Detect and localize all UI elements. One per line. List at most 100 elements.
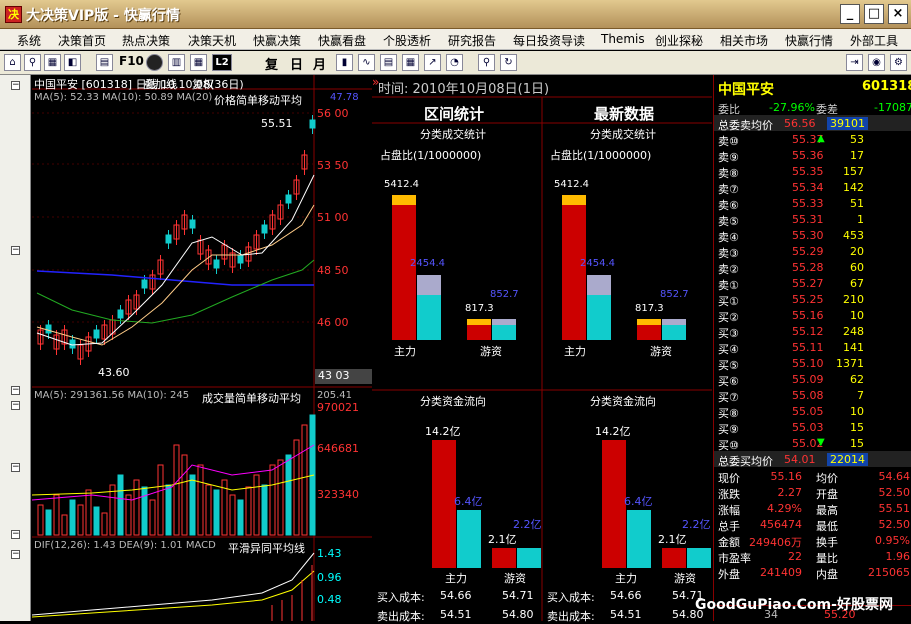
ask-row[interactable]: 卖① 55.27 67 (714, 275, 911, 292)
exit-icon[interactable]: ⇥ (846, 54, 863, 71)
ask-row[interactable]: 卖⑤ 55.31 1 (714, 211, 911, 228)
period-fuquan[interactable]: 复 (265, 54, 278, 73)
menu-item[interactable]: 决策首页 (58, 32, 106, 49)
ask-row[interactable]: 卖⑨ 55.36 17 (714, 147, 911, 164)
l2-button[interactable]: L2 (212, 54, 232, 71)
pie-icon[interactable]: ◔ (446, 54, 463, 71)
collapse-icon[interactable]: − (11, 81, 20, 90)
flow-hot-out (517, 548, 541, 568)
volume-bar (285, 454, 292, 536)
stat-cell: 22 (788, 550, 802, 563)
doc-icon[interactable]: ▤ (96, 54, 113, 71)
overlay-label[interactable]: 叠加线 (144, 76, 177, 92)
refresh-icon[interactable]: ↻ (500, 54, 517, 71)
fund-flow-panel: » 时间: 2010年10月08日(1日) 区间统计 最新数据 分类成交统计 分… (372, 75, 712, 623)
menu-item[interactable]: 创业探秘 (655, 32, 703, 49)
bid-row[interactable]: 买② 55.16 10 (714, 307, 911, 324)
cost-value: 54.66 (440, 589, 472, 602)
menu-item[interactable]: 每日投资导读 (513, 32, 585, 49)
bid-row[interactable]: 买③ 55.12 248 (714, 323, 911, 340)
calc-icon[interactable]: ▥ (168, 54, 185, 71)
menu-item[interactable]: 系统 (17, 32, 41, 49)
range-stats-title[interactable]: 区间统计 (424, 103, 484, 124)
line-icon[interactable]: ∿ (358, 54, 375, 71)
period-day[interactable]: 日 (290, 54, 303, 73)
macd-values: DIF(12,26): 1.43 DEA(9): 1.01 MACD (34, 540, 216, 551)
bar-value: 817.3 (635, 303, 664, 314)
maximize-button[interactable]: □ (864, 4, 884, 24)
collapse-icon[interactable]: − (11, 463, 20, 472)
circle-icon[interactable] (146, 54, 163, 71)
menu-item[interactable]: 快赢决策 (253, 32, 301, 49)
table-icon[interactable]: ▤ (380, 54, 397, 71)
menu-item[interactable]: 快赢行情 (785, 32, 833, 49)
cost-label: 买入成本: (547, 591, 595, 604)
menu-item[interactable]: 快赢看盘 (318, 32, 366, 49)
latest-data-title[interactable]: 最新数据 (594, 103, 654, 124)
collapse-icon[interactable]: − (11, 550, 20, 559)
menu-item[interactable]: 决策天机 (188, 32, 236, 49)
bid-row[interactable]: 买⑧ 55.05 10 (714, 403, 911, 420)
bid-row[interactable]: 买④ 55.11 141 (714, 339, 911, 356)
macd-title: 平滑异同平均线 (228, 542, 305, 555)
bid-row[interactable]: 买① 55.25 210 (714, 291, 911, 308)
grid2-icon[interactable]: ▦ (190, 54, 207, 71)
menu-item[interactable]: 个股透析 (383, 32, 431, 49)
menu-item[interactable]: 热点决策 (122, 32, 170, 49)
stat-row: 市盈率 22 量比 1.96 (714, 548, 911, 565)
flow-value: 6.4亿 (624, 495, 653, 508)
kline-chart-panel[interactable]: 中国平安 [601318] 日线 10.10.08(36日) 叠加线 复权 MA… (32, 75, 372, 621)
app-logo-icon: 决 (5, 6, 22, 23)
ask-row[interactable]: 卖⑧ 55.35 157 (714, 163, 911, 180)
ask-row[interactable]: 卖④ 55.30 453 (714, 227, 911, 244)
flow-value: 14.2亿 (595, 425, 631, 438)
bid-row[interactable]: 买⑦ 55.08 7 (714, 387, 911, 404)
ask-row[interactable]: 卖⑩ 55.37 53 (714, 131, 911, 148)
collapse-icon[interactable]: − (11, 246, 20, 255)
home-icon[interactable]: ⌂ (4, 54, 21, 71)
zoom-icon[interactable]: ⚲ (478, 54, 495, 71)
stat-row: 现价 55.16 均价 54.64 (714, 468, 911, 485)
f10-button[interactable]: F10 (119, 54, 144, 68)
collapse-icon[interactable]: − (11, 401, 20, 410)
fuquan-label[interactable]: 复权 (192, 76, 214, 92)
settings-icon[interactable]: ⚙ (890, 54, 907, 71)
stat-cell: 1.96 (885, 550, 911, 563)
menu-item[interactable]: 相关市场 (720, 32, 768, 49)
bid-row[interactable]: 买⑥ 55.09 62 (714, 371, 911, 388)
collapse-icon[interactable]: − (11, 530, 20, 539)
search-icon[interactable]: ⚲ (24, 54, 41, 71)
bid-cell: 55.11 (792, 341, 824, 354)
minimize-button[interactable]: _ (840, 4, 860, 24)
menu-item[interactable]: Themis (601, 32, 645, 46)
bar-icon[interactable]: ▮ (336, 54, 353, 71)
flow-value: 6.4亿 (454, 495, 483, 508)
ask-row[interactable]: 卖⑥ 55.33 51 (714, 195, 911, 212)
menu-item[interactable]: 研究报告 (448, 32, 496, 49)
ask-row[interactable]: 卖③ 55.29 20 (714, 243, 911, 260)
volume-bar (165, 484, 172, 536)
category-main: 主力 (445, 572, 467, 585)
trend-icon[interactable]: ↗ (424, 54, 441, 71)
ask-cell: 1 (857, 213, 864, 226)
ask-cell: 55.30 (792, 229, 824, 242)
period-month[interactable]: 月 (313, 54, 326, 73)
bid-row[interactable]: 买⑤ 55.10 1371 (714, 355, 911, 372)
ask-cell: 55.36 (792, 149, 824, 162)
globe-icon[interactable]: ◉ (868, 54, 885, 71)
volume-bar (85, 489, 92, 536)
stat-cell: 4.29% (767, 502, 802, 515)
multi-icon[interactable]: ▦ (402, 54, 419, 71)
menu-item[interactable]: 外部工具 (850, 32, 898, 49)
bid-row[interactable]: 买⑨ 55.03 15 (714, 419, 911, 436)
collapse-icon[interactable]: − (11, 386, 20, 395)
flow-value: 2.1亿 (658, 533, 687, 546)
ask-row[interactable]: 卖⑦ 55.34 142 (714, 179, 911, 196)
close-button[interactable]: × (888, 4, 908, 24)
bid-row[interactable]: 买⑩ 55.02 15 (714, 435, 911, 452)
ask-row[interactable]: 卖② 55.28 60 (714, 259, 911, 276)
grid-icon[interactable]: ▦ (44, 54, 61, 71)
stat-row: 涨幅 4.29% 最高 55.51 (714, 500, 911, 517)
volume-bar (149, 499, 156, 536)
split-icon[interactable]: ◧ (64, 54, 81, 71)
